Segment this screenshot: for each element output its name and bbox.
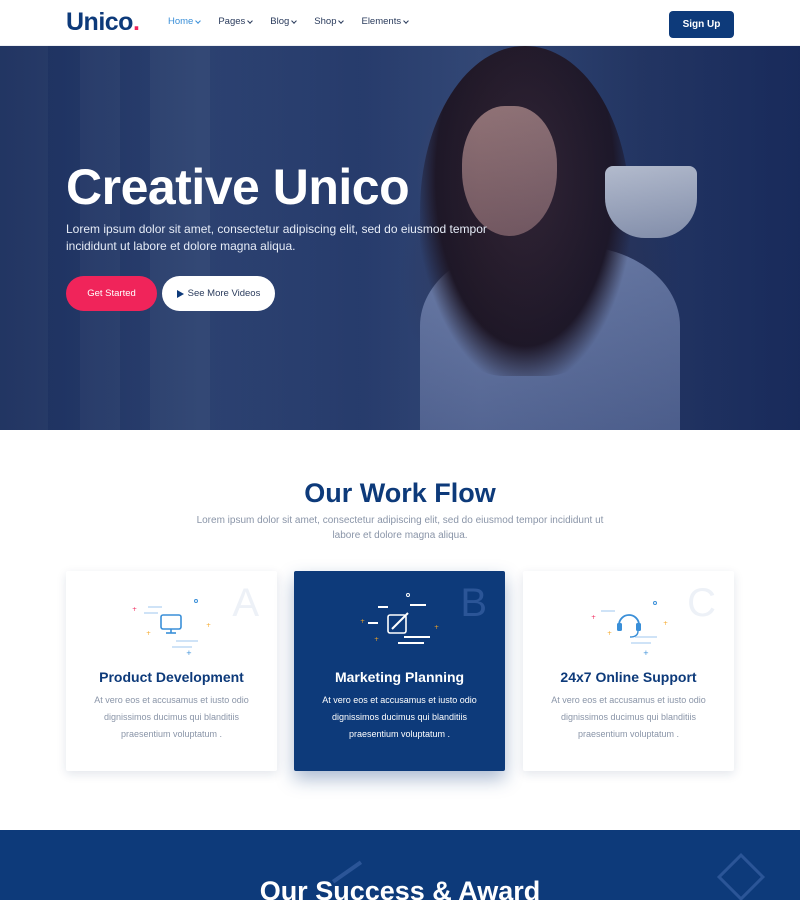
play-icon xyxy=(176,289,184,298)
svg-text:+: + xyxy=(591,614,596,621)
menu-item-home[interactable]: Home xyxy=(168,16,202,27)
success-title: Our Success & Award xyxy=(259,876,541,900)
get-started-button[interactable]: Get Started xyxy=(66,276,157,311)
svg-text:+: + xyxy=(434,624,439,631)
workflow-card-marketing-planning[interactable]: B + + + Marketing Planning At vero eos e… xyxy=(294,571,505,771)
menu-item-elements[interactable]: Elements xyxy=(361,16,409,27)
menu-item-pages[interactable]: Pages xyxy=(218,16,254,27)
headset-icon: + + + + xyxy=(591,601,668,657)
svg-text:+: + xyxy=(663,620,668,627)
chevron-down-icon xyxy=(403,17,409,24)
workflow-title: Our Work Flow xyxy=(304,478,496,508)
chevron-down-icon xyxy=(195,17,202,24)
top-navigation: Unico. Home Pages Blog Shop Elements Sig… xyxy=(0,0,800,46)
menu-item-blog[interactable]: Blog xyxy=(270,16,298,27)
svg-text:+: + xyxy=(607,630,612,637)
card-letter: A xyxy=(232,581,259,625)
card-title: Product Development xyxy=(99,669,244,685)
workflow-subtitle: Lorem ipsum dolor sit amet, consectetur … xyxy=(196,515,604,541)
svg-text:+: + xyxy=(206,622,211,629)
brand-logo[interactable]: Unico. xyxy=(66,8,140,37)
brand-dot: . xyxy=(132,8,140,36)
svg-text:+: + xyxy=(132,606,137,613)
card-text: At vero eos et accusamus et iusto odio d… xyxy=(551,695,706,739)
svg-text:+: + xyxy=(360,618,365,625)
chevron-down-icon xyxy=(291,17,298,24)
brand-name: Unico xyxy=(66,8,133,36)
card-title: Marketing Planning xyxy=(334,669,465,685)
hero-section: Creative Unico Lorem ipsum dolor sit ame… xyxy=(0,46,800,430)
sign-up-button[interactable]: Sign Up xyxy=(669,11,734,38)
card-text: At vero eos et accusamus et iusto odio d… xyxy=(322,695,477,739)
monitor-icon: + + + + xyxy=(132,599,211,657)
chevron-down-icon xyxy=(338,17,345,24)
menu-item-shop[interactable]: Shop xyxy=(314,16,345,27)
menu-item-label: Elements xyxy=(361,16,402,27)
hero-subtitle: Lorem ipsum dolor sit amet, consectetur … xyxy=(66,222,487,253)
svg-text:+: + xyxy=(643,649,649,657)
success-award-section: Our Success & Award xyxy=(0,830,800,900)
menu-item-label: Pages xyxy=(218,16,246,27)
svg-text:+: + xyxy=(374,636,379,643)
see-more-videos-button[interactable]: See More Videos xyxy=(162,276,275,311)
card-letter: C xyxy=(687,581,716,625)
menu-item-label: Blog xyxy=(270,16,290,27)
hero-title: Creative Unico xyxy=(66,159,410,215)
svg-text:+: + xyxy=(146,630,151,637)
menu-item-label: Home xyxy=(168,16,194,27)
menu-item-label: Shop xyxy=(314,16,337,27)
pencil-paper-icon: + + + xyxy=(360,593,439,644)
svg-text:+: + xyxy=(186,649,192,657)
card-text: At vero eos et accusamus et iusto odio d… xyxy=(94,695,249,739)
workflow-card-product-development[interactable]: A + + + + Product Development At vero eo… xyxy=(66,571,277,771)
main-menu: Home Pages Blog Shop Elements xyxy=(168,16,426,27)
workflow-card-online-support[interactable]: C + + + + 24x7 Online Support At vero eo… xyxy=(523,571,734,771)
see-more-videos-label: See More Videos xyxy=(187,288,261,299)
card-letter: B xyxy=(460,581,487,625)
chevron-down-icon xyxy=(247,17,254,24)
card-title: 24x7 Online Support xyxy=(560,669,697,685)
